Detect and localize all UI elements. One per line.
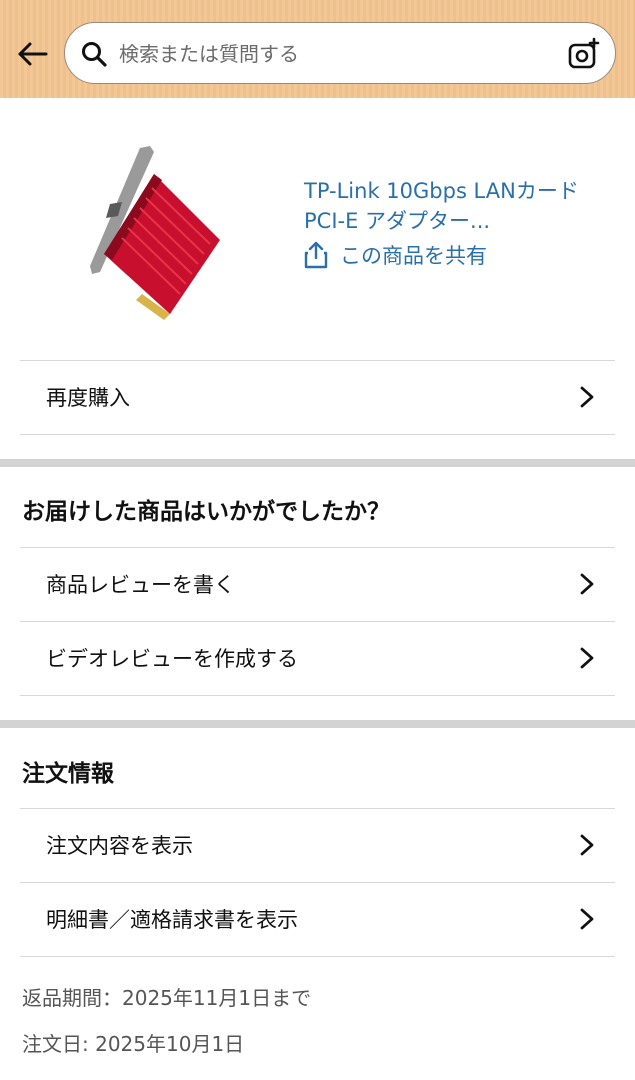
feedback-heading: お届けした商品はいかがでしたか？ <box>22 499 390 525</box>
order-info-heading: 注文情報 <box>22 761 114 787</box>
chevron-right-icon <box>580 908 594 930</box>
write-review-label: 商品レビューを書く <box>46 573 235 597</box>
video-review-label: ビデオレビューを作成する <box>46 647 298 671</box>
chevron-right-icon <box>580 834 594 856</box>
product-image[interactable] <box>70 144 240 320</box>
view-order-label: 注文内容を表示 <box>46 834 193 858</box>
divider <box>20 434 615 435</box>
video-review-row[interactable]: ビデオレビューを作成する <box>20 622 615 694</box>
section-separator <box>0 459 635 467</box>
search-icon <box>82 42 107 67</box>
divider <box>20 956 615 957</box>
write-review-row[interactable]: 商品レビューを書く <box>20 548 615 620</box>
section-separator <box>0 720 635 728</box>
return-period-text: 返品期間：2025年11月1日まで <box>22 986 312 1010</box>
product-summary: TP-Link 10Gbps LANカード PCI-E アダプター... この商… <box>0 98 635 360</box>
order-date-text: 注文日: 2025年10月1日 <box>22 1032 245 1056</box>
share-icon <box>304 241 328 269</box>
back-arrow-icon <box>18 42 48 66</box>
chevron-right-icon <box>580 647 594 669</box>
share-product-button[interactable]: この商品を共有 <box>304 240 487 270</box>
top-header <box>0 0 635 98</box>
chevron-right-icon <box>580 573 594 595</box>
share-label: この商品を共有 <box>340 244 487 268</box>
back-button[interactable] <box>14 36 50 72</box>
search-input[interactable] <box>119 37 559 71</box>
view-invoice-label: 明細書／適格請求書を表示 <box>46 908 298 932</box>
camera-icon[interactable] <box>567 37 601 71</box>
buy-again-label: 再度購入 <box>46 386 130 410</box>
divider <box>20 695 615 696</box>
buy-again-row[interactable]: 再度購入 <box>20 361 615 433</box>
chevron-right-icon <box>580 386 594 408</box>
search-bar[interactable] <box>64 22 616 84</box>
view-invoice-row[interactable]: 明細書／適格請求書を表示 <box>20 883 615 955</box>
product-title-link[interactable]: TP-Link 10Gbps LANカード PCI-E アダプター... <box>304 176 604 236</box>
view-order-row[interactable]: 注文内容を表示 <box>20 809 615 881</box>
